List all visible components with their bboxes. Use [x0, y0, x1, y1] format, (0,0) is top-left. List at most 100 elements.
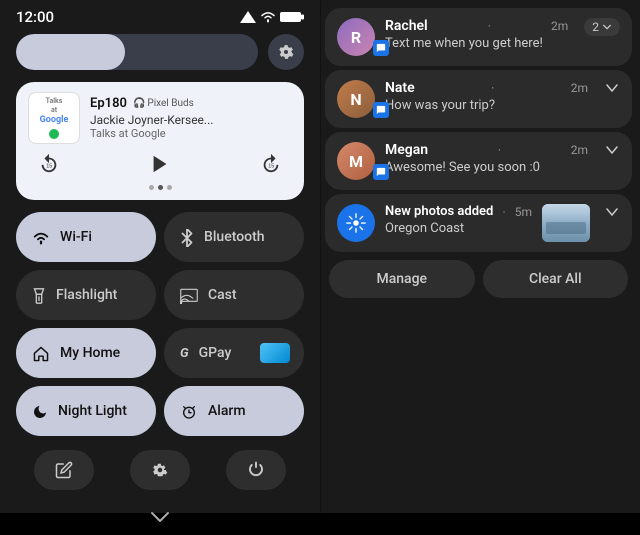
megan-message: Awesome! See you soon :0	[385, 160, 588, 175]
megan-header: Megan · 2m	[385, 142, 588, 158]
brightness-slider[interactable]	[16, 34, 258, 70]
thumb-line1: Talks	[40, 97, 69, 106]
alarm-icon	[180, 401, 198, 421]
megan-body: Megan · 2m Awesome! See you soon :0	[385, 142, 588, 175]
toggle-grid: Wi-Fi Bluetooth Flashlight	[0, 208, 320, 440]
clear-all-button[interactable]: Clear All	[483, 260, 629, 298]
status-time: 12:00	[16, 8, 54, 26]
cast-label: Cast	[208, 287, 237, 303]
gpay-toggle[interactable]: G GPay	[164, 328, 304, 378]
photos-header: New photos added · 5m	[385, 204, 532, 219]
alarm-label: Alarm	[208, 403, 246, 419]
svg-text:15: 15	[268, 163, 274, 169]
cast-icon	[180, 285, 198, 305]
signal-icon	[240, 11, 256, 23]
media-device: 🎧 Pixel Buds	[133, 98, 194, 109]
gpay-card-indicator	[260, 343, 290, 363]
nate-sender: Nate	[385, 80, 415, 96]
settings-gear-button[interactable]	[268, 34, 304, 70]
media-card[interactable]: Talks at Google Ep180 🎧 Pixel Buds Jacki…	[16, 82, 304, 200]
notification-actions: Manage Clear All	[325, 256, 632, 300]
rachel-time: 2m	[551, 19, 568, 33]
notifications-panel: R Rachel · 2m Text me when you get here!…	[320, 0, 640, 513]
thumb-line2: at	[40, 106, 69, 115]
spotify-dot	[49, 129, 59, 139]
status-icons	[240, 11, 304, 23]
rachel-avatar: R	[337, 18, 375, 56]
play-button[interactable]	[143, 150, 177, 177]
photos-app-icon	[337, 204, 375, 242]
wifi-toggle[interactable]: Wi-Fi	[16, 212, 156, 262]
notification-rachel[interactable]: R Rachel · 2m Text me when you get here!…	[325, 8, 632, 66]
media-thumbnail: Talks at Google	[28, 92, 80, 144]
photos-thumbnail	[542, 204, 590, 242]
notification-nate[interactable]: N Nate · 2m How was your trip?	[325, 70, 632, 128]
headphone-icon: 🎧	[133, 98, 145, 109]
settings-button[interactable]	[130, 450, 190, 490]
photos-message: Oregon Coast	[385, 221, 532, 236]
bluetooth-toggle[interactable]: Bluetooth	[164, 212, 304, 262]
nate-expand[interactable]	[604, 80, 620, 96]
media-title-row: Ep180 🎧 Pixel Buds	[90, 96, 292, 111]
alarm-toggle[interactable]: Alarm	[164, 386, 304, 436]
device-name: Pixel Buds	[147, 98, 193, 109]
dot-1	[149, 185, 154, 190]
wifi-label: Wi-Fi	[60, 229, 92, 245]
brightness-fill	[16, 34, 125, 70]
nate-body: Nate · 2m How was your trip?	[385, 80, 588, 113]
dot-2	[158, 185, 163, 190]
bluetooth-label: Bluetooth	[204, 229, 265, 245]
rachel-sender: Rachel	[385, 18, 428, 34]
nate-app-icon	[373, 102, 389, 118]
megan-expand[interactable]	[604, 142, 620, 158]
dot-3	[167, 185, 172, 190]
brightness-area	[0, 30, 320, 78]
cast-toggle[interactable]: Cast	[164, 270, 304, 320]
media-podcast: Jackie Joyner-Kersee...	[90, 113, 220, 127]
nate-avatar: N	[337, 80, 375, 118]
myhome-toggle[interactable]: My Home	[16, 328, 156, 378]
battery-icon	[280, 11, 304, 23]
rachel-count-btn[interactable]: 2	[584, 18, 620, 36]
rachel-header: Rachel · 2m	[385, 18, 568, 34]
quick-settings-panel: 12:00	[0, 0, 320, 513]
nightlight-toggle[interactable]: Night Light	[16, 386, 156, 436]
nightlight-label: Night Light	[58, 403, 127, 419]
messages-app-icon	[373, 40, 389, 56]
photos-expand[interactable]	[604, 204, 620, 220]
media-progress-dots	[28, 185, 292, 190]
flashlight-toggle[interactable]: Flashlight	[16, 270, 156, 320]
myhome-label: My Home	[60, 345, 120, 361]
nate-header: Nate · 2m	[385, 80, 588, 96]
nate-message: How was your trip?	[385, 98, 588, 113]
bottom-actions	[0, 440, 320, 500]
edit-button[interactable]	[34, 450, 94, 490]
forward-button[interactable]: 15	[254, 150, 288, 177]
landscape-photo	[542, 204, 590, 242]
megan-time: 2m	[571, 143, 588, 157]
flashlight-label: Flashlight	[56, 287, 117, 303]
photos-time: 5m	[515, 205, 532, 219]
thumb-line3: Google	[40, 115, 69, 127]
rachel-count: 2	[592, 20, 599, 34]
home-icon	[32, 343, 50, 363]
megan-avatar: M	[337, 142, 375, 180]
rachel-body: Rachel · 2m Text me when you get here!	[385, 18, 568, 51]
notification-megan[interactable]: M Megan · 2m Awesome! See you soon :0	[325, 132, 632, 190]
megan-sender: Megan	[385, 142, 428, 158]
notification-photos[interactable]: New photos added · 5m Oregon Coast	[325, 194, 632, 252]
chevron-down-icon[interactable]	[0, 500, 320, 535]
rachel-dot: ·	[488, 19, 491, 33]
svg-text:15: 15	[46, 163, 52, 169]
wifi-icon	[32, 227, 50, 247]
wifi-status-icon	[260, 11, 276, 23]
moon-icon	[32, 401, 48, 421]
photos-sender: New photos added	[385, 204, 493, 219]
flashlight-icon	[32, 285, 46, 305]
power-button[interactable]	[226, 450, 286, 490]
status-bar: 12:00	[0, 0, 320, 30]
rewind-button[interactable]: 15	[32, 150, 66, 177]
nate-time: 2m	[571, 81, 588, 95]
rachel-expand[interactable]: 2	[584, 18, 620, 36]
manage-button[interactable]: Manage	[329, 260, 475, 298]
